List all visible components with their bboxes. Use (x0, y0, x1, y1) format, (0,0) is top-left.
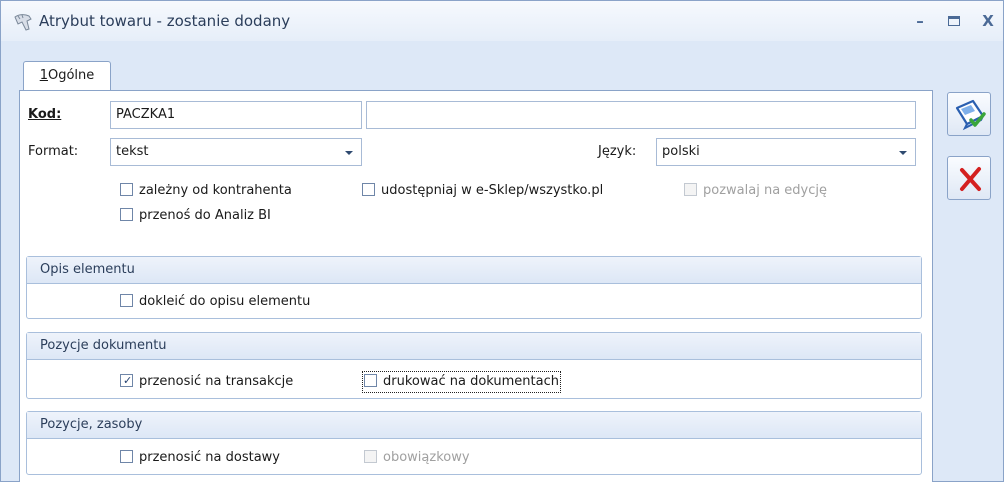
przenosic-transakcje-checkbox[interactable]: ✓ przenosić na transakcje (120, 373, 293, 391)
cancel-button[interactable] (947, 156, 991, 200)
kod-label: Kod: (28, 107, 62, 122)
drukowac-label: drukować na dokumentach (383, 374, 559, 389)
checkbox-box[interactable] (120, 208, 133, 221)
group-opis-title: Opis elementu (27, 257, 921, 284)
dokleic-label: dokleić do opisu elementu (139, 294, 311, 309)
checkbox-box[interactable] (120, 183, 133, 196)
checkbox-box[interactable] (364, 374, 377, 387)
przenos-bi-checkbox[interactable]: przenoś do Analiz BI (120, 207, 271, 225)
checkbox-box[interactable] (120, 450, 133, 463)
group-opis-elementu: Opis elementu dokleić do opisu elementu (26, 256, 922, 319)
minimize-icon[interactable]: – (909, 11, 931, 31)
checkmark-icon: ✓ (123, 374, 133, 387)
save-button[interactable] (947, 92, 991, 136)
kod-input[interactable]: PACZKA1 (110, 101, 362, 129)
save-icon (955, 99, 986, 131)
checkbox-box[interactable] (120, 294, 133, 307)
przenosic-transakcje-label: przenosić na transakcje (139, 374, 294, 389)
pozwalaj-checkbox: pozwalaj na edycję (684, 182, 827, 200)
group-pozycje-dokumentu-title: Pozycje dokumentu (27, 333, 921, 360)
close-button[interactable]: X (977, 11, 999, 31)
checkbox-box (684, 183, 697, 196)
obowiazkowy-label: obowiązkowy (383, 450, 470, 465)
pozwalaj-label: pozwalaj na edycję (703, 183, 827, 198)
tab-ogolne[interactable]: 1Ogólne (23, 61, 111, 91)
kod-description-input[interactable] (366, 101, 916, 129)
zalezny-label: zależny od kontrahenta (139, 183, 292, 198)
drukowac-checkbox[interactable]: drukować na dokumentach (362, 371, 561, 393)
jezyk-value: polski (662, 144, 700, 159)
group-pozycje-zasoby-title: Pozycje, zasoby (27, 412, 921, 439)
dokleic-checkbox[interactable]: dokleić do opisu elementu (120, 293, 310, 311)
jezyk-label: Język: (598, 144, 637, 159)
group-pozycje-dokumentu: Pozycje dokumentu ✓ przenosić na transakc… (26, 332, 922, 399)
jezyk-select[interactable]: polski (656, 138, 916, 166)
app-icon (14, 14, 32, 31)
chevron-down-icon[interactable] (345, 151, 353, 155)
checkbox-box (364, 450, 377, 463)
przenosic-dostawy-label: przenosić na dostawy (139, 450, 280, 465)
maximize-icon[interactable] (943, 11, 965, 31)
format-value: tekst (116, 144, 149, 159)
udostepniaj-label: udostępniaj w e-Sklep/wszystko.pl (381, 183, 604, 198)
format-select[interactable]: tekst (110, 138, 362, 166)
cancel-icon (960, 167, 981, 191)
tab-label: Ogólne (47, 68, 95, 83)
obowiazkowy-checkbox: obowiązkowy (364, 449, 470, 467)
tab-content-panel: Kod: PACZKA1 Format: tekst Język: polski… (19, 90, 933, 482)
chevron-down-icon[interactable] (899, 151, 907, 155)
title-bar: Atrybut towaru - zostanie dodany – X (1, 1, 1003, 41)
format-label: Format: (28, 144, 79, 159)
udostepniaj-checkbox[interactable]: udostępniaj w e-Sklep/wszystko.pl (362, 182, 603, 200)
przenos-bi-label: przenoś do Analiz BI (139, 208, 271, 223)
tab-hotkey: 1 (39, 68, 48, 83)
group-pozycje-zasoby: Pozycje, zasoby przenosić na dostawy obo… (26, 411, 922, 475)
window-title: Atrybut towaru - zostanie dodany (39, 12, 291, 30)
zalezny-checkbox[interactable]: zależny od kontrahenta (120, 182, 292, 200)
przenosic-dostawy-checkbox[interactable]: przenosić na dostawy (120, 449, 280, 467)
checkbox-box[interactable] (362, 183, 375, 196)
checkbox-box[interactable]: ✓ (120, 374, 133, 387)
attribute-window: Atrybut towaru - zostanie dodany – X 1Og… (0, 0, 1004, 482)
